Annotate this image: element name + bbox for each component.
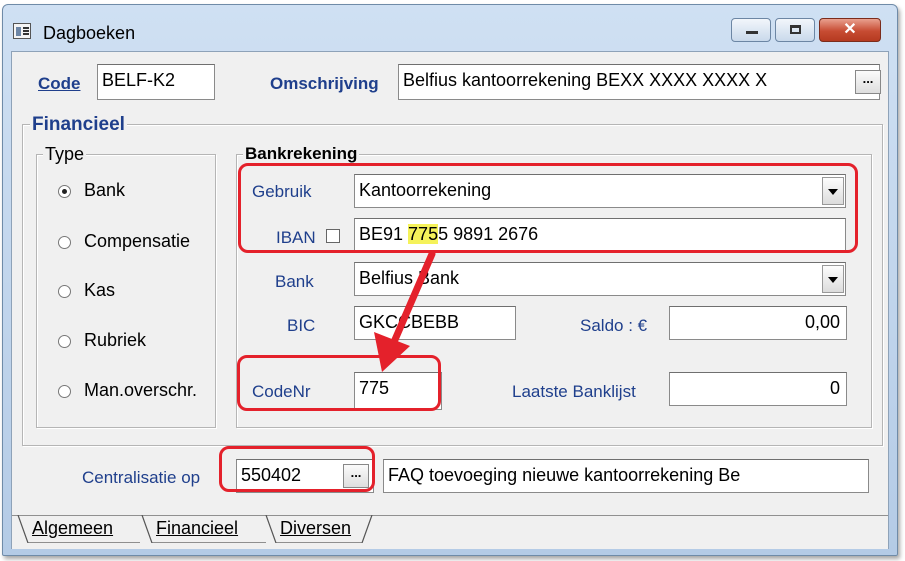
radio-bank-label: Bank: [84, 180, 126, 200]
radio-rubriek-label: Rubriek: [84, 330, 147, 350]
bank-label: Bank: [275, 272, 314, 291]
annotation-codenr-box: [237, 355, 441, 411]
bank-select[interactable]: Belfius Bank: [354, 262, 846, 296]
bic-input[interactable]: GKCCBEBB: [354, 306, 516, 340]
omschrijving-label: Omschrijving: [270, 74, 379, 93]
title-bar[interactable]: Dagboeken ✕: [3, 5, 897, 51]
annotation-bankrekening-box: [238, 163, 858, 253]
radio-bank-dot[interactable]: [58, 185, 71, 198]
maximize-icon: [790, 25, 801, 34]
radio-rubriek-dot[interactable]: [58, 335, 71, 348]
code-label: Code: [38, 74, 81, 94]
close-button[interactable]: ✕: [819, 18, 881, 42]
radio-compensatie-dot[interactable]: [58, 236, 71, 249]
saldo-label: Saldo : €: [580, 316, 648, 335]
bankrekening-group-title: Bankrekening: [243, 144, 360, 164]
laatste-banklijst-label: Laatste Banklijst: [512, 382, 636, 401]
omschrijving-ellipsis-button[interactable]: ...: [855, 70, 881, 94]
code-input[interactable]: BELF-K2: [97, 64, 215, 100]
centralisatie-label: Centralisatie op: [82, 468, 201, 487]
tab-strip: Algemeen Financieel Diversen: [12, 515, 888, 549]
minimize-button[interactable]: [731, 18, 771, 42]
client-area: Code BELF-K2 Omschrijving Belfius kantoo…: [11, 51, 889, 549]
tab-financieel[interactable]: Financieel: [140, 515, 268, 543]
omschrijving-input[interactable]: Belfius kantoorrekening BEXX XXXX XXXX X: [398, 64, 880, 100]
bank-dropdown-arrow-icon[interactable]: [822, 265, 844, 293]
radio-kas-dot[interactable]: [58, 285, 71, 298]
tab-algemeen[interactable]: Algemeen: [16, 515, 142, 543]
centralisatie-description[interactable]: FAQ toevoeging nieuwe kantoorrekening Be: [383, 459, 869, 493]
app-icon[interactable]: [13, 23, 31, 39]
window-title: Dagboeken: [43, 23, 136, 43]
tab-financieel-label: Financieel: [156, 518, 239, 538]
radio-compensatie-label: Compensatie: [84, 231, 191, 251]
code-label-text: Code: [38, 74, 81, 93]
radio-man-overschr-dot[interactable]: [58, 385, 71, 398]
tab-diversen-label: Diversen: [280, 518, 352, 538]
tab-diversen[interactable]: Diversen: [264, 515, 374, 543]
radio-man-overschr-label: Man.overschr.: [84, 380, 198, 400]
tab-algemeen-label: Algemeen: [32, 518, 114, 538]
saldo-input[interactable]: 0,00: [669, 306, 847, 340]
radio-kas-label: Kas: [84, 280, 116, 300]
maximize-button[interactable]: [775, 18, 815, 42]
close-icon: ✕: [843, 21, 857, 38]
annotation-centralisatie-box: [219, 446, 375, 492]
dagboeken-window: Dagboeken ✕ Code BELF-K2 Omschrijving Be…: [2, 4, 898, 556]
minimize-icon: [746, 31, 758, 34]
bic-label: BIC: [287, 316, 316, 335]
type-group-title: Type: [43, 144, 87, 165]
laatste-banklijst-input[interactable]: 0: [669, 372, 847, 406]
financieel-group-title: Financieel: [30, 114, 127, 136]
